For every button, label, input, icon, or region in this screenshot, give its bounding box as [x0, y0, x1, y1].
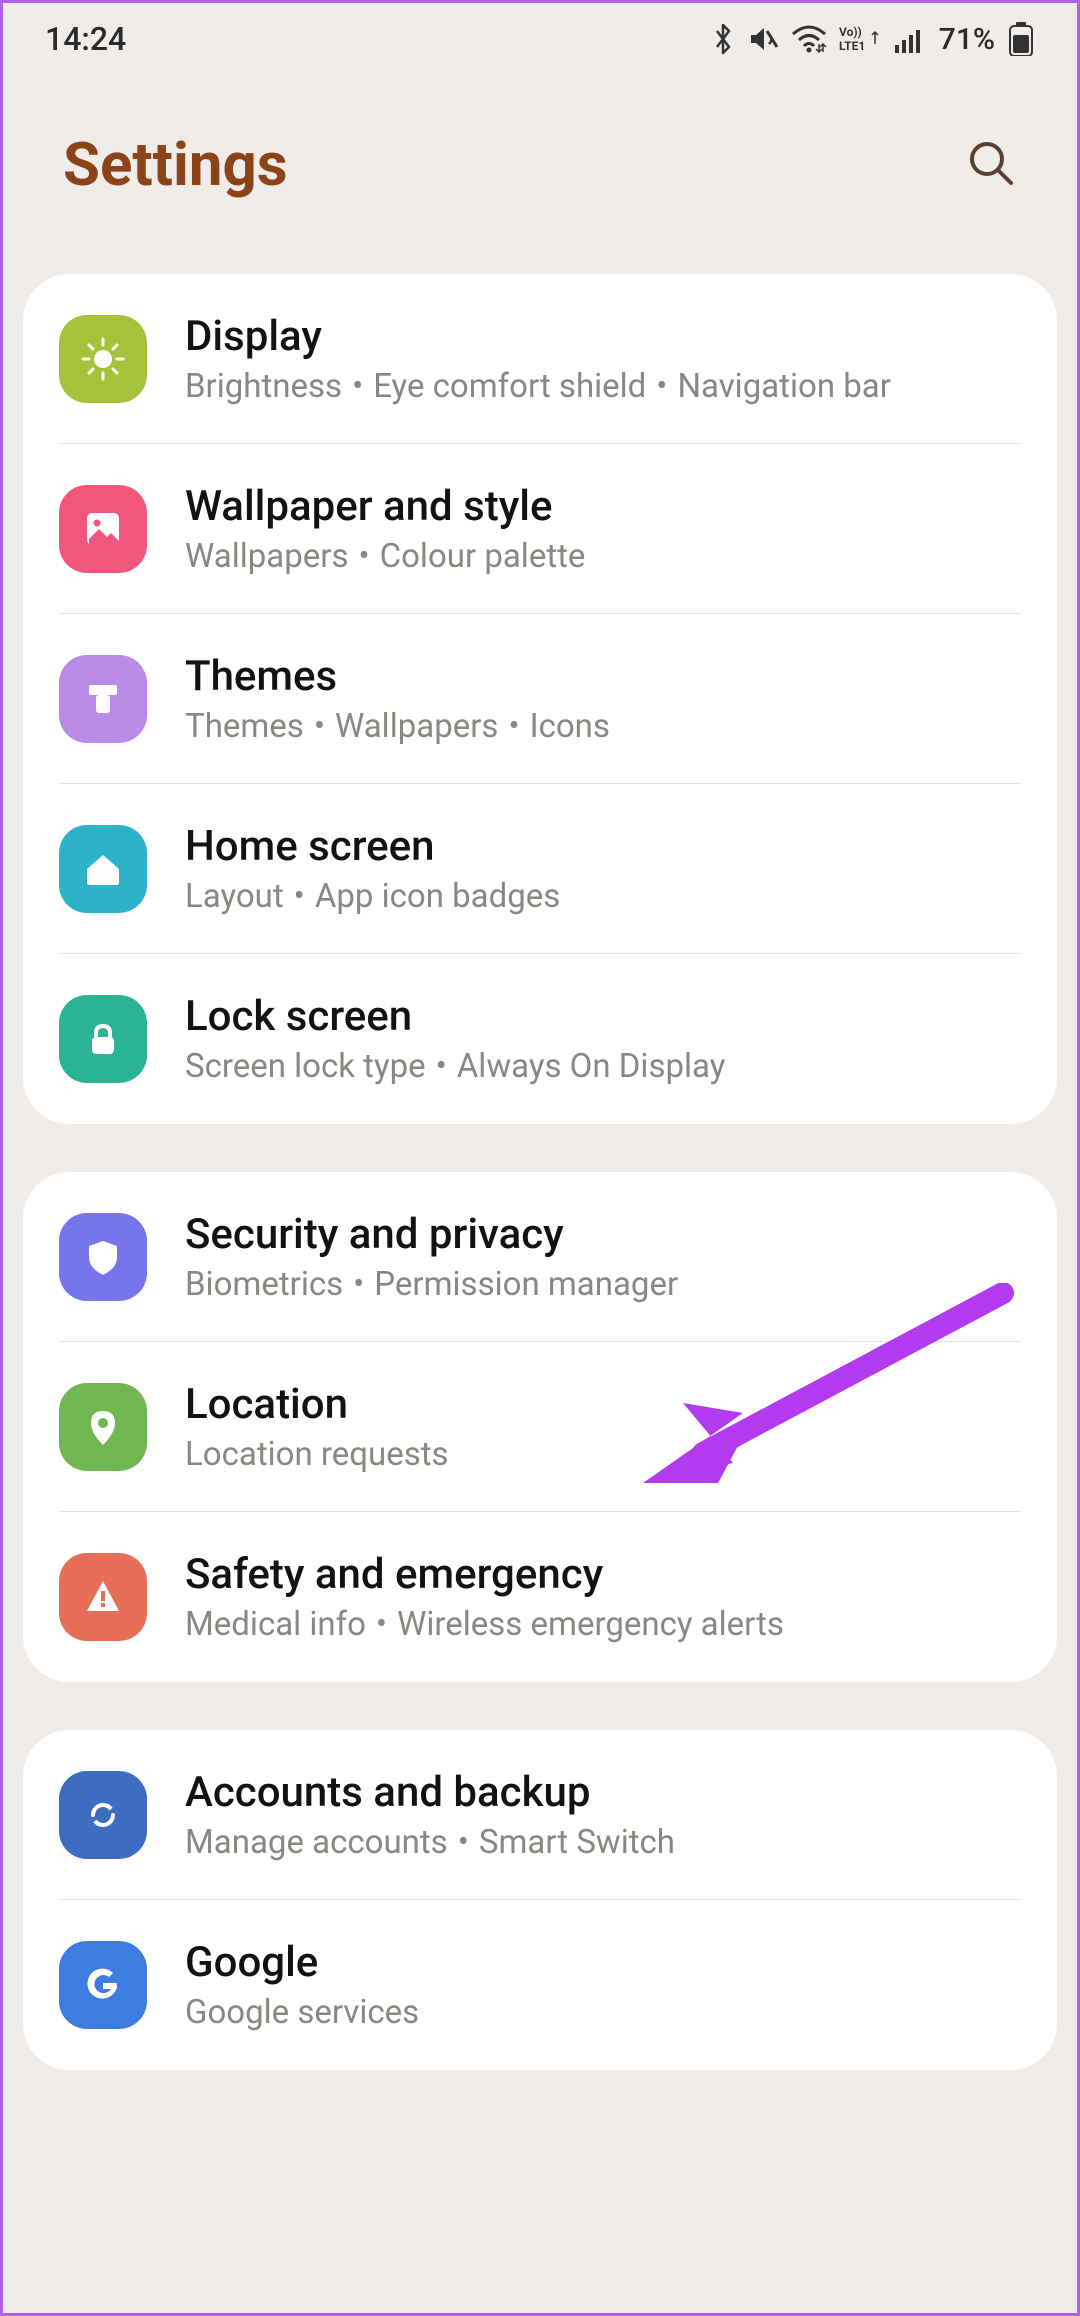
row-subtitle: Themes•Wallpapers•Icons [185, 707, 1021, 746]
row-title: Home screen [185, 822, 1021, 871]
row-subtitle: Brightness•Eye comfort shield•Navigation… [185, 367, 1021, 406]
volte-icon: Vo))LTE1 [839, 24, 883, 54]
wallpaper-icon [59, 485, 147, 573]
mute-icon [747, 23, 779, 55]
sync-icon [59, 1771, 147, 1859]
row-title: Lock screen [185, 992, 1021, 1041]
row-title: Themes [185, 652, 1021, 701]
row-title: Safety and emergency [185, 1550, 1021, 1599]
status-bar: 14:24 Vo))LTE1 71% [3, 3, 1077, 75]
google-icon [59, 1941, 147, 2029]
row-subtitle: Screen lock type•Always On Display [185, 1047, 1021, 1086]
row-title: Display [185, 312, 1021, 361]
row-wallpaper[interactable]: Wallpaper and style Wallpapers•Colour pa… [59, 444, 1021, 614]
row-title: Google [185, 1938, 1021, 1987]
location-icon [59, 1383, 147, 1471]
signal-icon [895, 25, 925, 53]
battery-percent: 71% [939, 22, 995, 57]
settings-group-accounts: Accounts and backup Manage accounts•Smar… [23, 1730, 1057, 2070]
row-subtitle: Wallpapers•Colour palette [185, 537, 1021, 576]
row-accounts-backup[interactable]: Accounts and backup Manage accounts•Smar… [59, 1730, 1021, 1900]
row-title: Wallpaper and style [185, 482, 1021, 531]
search-button[interactable] [953, 125, 1029, 204]
row-location[interactable]: Location Location requests [59, 1342, 1021, 1512]
svg-text:LTE1: LTE1 [839, 39, 865, 53]
page-title: Settings [63, 129, 288, 200]
wifi-icon [791, 24, 827, 54]
row-display[interactable]: Display Brightness•Eye comfort shield•Na… [59, 274, 1021, 444]
row-subtitle: Layout•App icon badges [185, 877, 1021, 916]
row-safety-emergency[interactable]: Safety and emergency Medical info•Wirele… [59, 1512, 1021, 1682]
row-title: Security and privacy [185, 1210, 1021, 1259]
home-icon [59, 825, 147, 913]
row-subtitle: Medical info•Wireless emergency alerts [185, 1605, 1021, 1644]
search-icon [963, 135, 1019, 191]
settings-group-security: Security and privacy Biometrics•Permissi… [23, 1172, 1057, 1682]
display-icon [59, 315, 147, 403]
row-subtitle: Biometrics•Permission manager [185, 1265, 1021, 1304]
row-themes[interactable]: Themes Themes•Wallpapers•Icons [59, 614, 1021, 784]
status-time: 14:24 [45, 20, 126, 58]
row-home-screen[interactable]: Home screen Layout•App icon badges [59, 784, 1021, 954]
row-security-privacy[interactable]: Security and privacy Biometrics•Permissi… [59, 1172, 1021, 1342]
bluetooth-icon [711, 23, 735, 55]
safety-icon [59, 1553, 147, 1641]
status-icons: Vo))LTE1 71% [711, 22, 1035, 57]
row-google[interactable]: Google Google services [59, 1900, 1021, 2070]
svg-text:Vo)): Vo)) [839, 25, 862, 39]
row-subtitle: Google services [185, 1993, 1021, 2032]
lock-icon [59, 995, 147, 1083]
row-title: Accounts and backup [185, 1768, 1021, 1817]
battery-icon [1007, 22, 1035, 56]
row-subtitle: Manage accounts•Smart Switch [185, 1823, 1021, 1862]
themes-icon [59, 655, 147, 743]
shield-icon [59, 1213, 147, 1301]
settings-group-display: Display Brightness•Eye comfort shield•Na… [23, 274, 1057, 1124]
row-lock-screen[interactable]: Lock screen Screen lock type•Always On D… [59, 954, 1021, 1124]
settings-header: Settings [3, 75, 1077, 274]
row-title: Location [185, 1380, 1021, 1429]
row-subtitle: Location requests [185, 1435, 1021, 1474]
